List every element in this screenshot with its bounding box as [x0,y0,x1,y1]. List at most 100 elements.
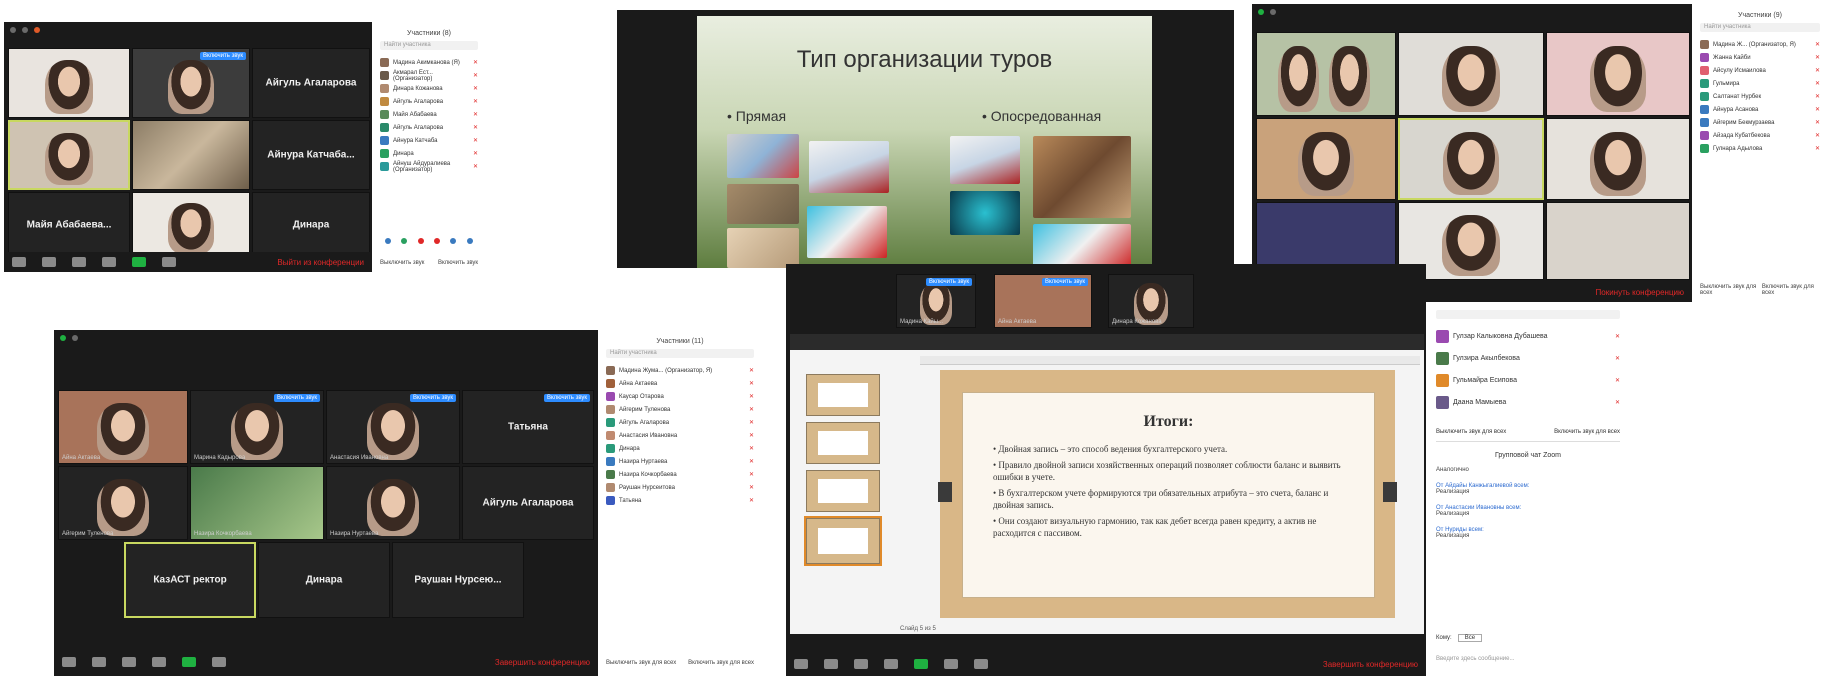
participant-row[interactable]: Айзада Кубатбекова ✕ [1700,129,1820,142]
video-tile[interactable] [132,120,250,190]
slide-thumbnail[interactable] [806,422,880,464]
chat-recipient-select[interactable]: Все [1457,634,1483,642]
video-tile-active-speaker[interactable] [8,120,130,190]
video-tile-active-speaker[interactable] [1398,118,1544,200]
video-tile[interactable]: Айна Актаева [58,390,188,464]
chat-icon[interactable] [884,659,898,669]
camera-icon[interactable] [42,257,56,267]
video-tile[interactable] [132,192,250,258]
microphone-icon[interactable] [62,657,76,667]
participant-row[interactable]: Мадина Акимканова (Я) ✕ [380,56,478,69]
mute-all-button[interactable]: Выключить звук [380,260,424,266]
unmute-all-button[interactable]: Включить звук для всех [688,660,754,666]
video-tile[interactable] [1256,32,1396,116]
mute-all-button[interactable]: Выключить звук для всех [1700,284,1762,296]
participant-row[interactable]: Гулзира Акылбекова ✕ [1436,347,1620,369]
video-tile[interactable]: Включить звук [132,48,250,118]
participant-row[interactable]: Айгуль Агаларова ✕ [380,95,478,108]
video-tile[interactable]: Айнура Катчаба... [252,120,370,190]
unmute-tag[interactable]: Включить звук [543,394,590,402]
search-input[interactable]: Найти участника [606,349,754,358]
search-input[interactable]: Найти участника [1700,23,1820,32]
record-icon[interactable] [162,257,176,267]
share-screen-icon[interactable] [132,257,146,267]
participant-row[interactable]: Татьяна ✕ [606,494,754,507]
slide-thumbnail[interactable] [806,374,880,416]
close-icon[interactable] [10,27,16,33]
participant-row[interactable]: Динара ✕ [380,147,478,160]
video-tile[interactable]: Назира Кочкорбаева [190,466,324,540]
info-icon[interactable] [72,335,78,341]
camera-icon[interactable] [92,657,106,667]
participant-row[interactable]: Динара Кожанова ✕ [380,82,478,95]
video-tile[interactable]: Майя Абабаева... [8,192,130,258]
participant-row[interactable]: Даана Мамыева ✕ [1436,391,1620,413]
participant-row[interactable]: Айгуль Агаларова ✕ [380,121,478,134]
participant-row[interactable]: Гульмира ✕ [1700,77,1820,90]
camera-icon[interactable] [824,659,838,669]
video-tile[interactable]: Айгуль Агаларова [252,48,370,118]
record-icon[interactable] [944,659,958,669]
participant-row[interactable]: Гулзар Калыковна Дубашева ✕ [1436,325,1620,347]
participant-row[interactable]: Раушан Нурсеитова ✕ [606,481,754,494]
participant-row[interactable]: Гульмайра Есипова ✕ [1436,369,1620,391]
info-icon[interactable] [1270,9,1276,15]
participant-row[interactable]: Анастасия Ивановна ✕ [606,429,754,442]
participant-row[interactable]: Мадина Жума... (Организатор, Я) ✕ [606,364,754,377]
unmute-all-button[interactable]: Включить звук для всех [1554,429,1620,435]
unmute-tag[interactable]: Включить звук [273,394,320,402]
video-tile[interactable] [1546,32,1690,116]
reactions-icon[interactable] [974,659,988,669]
participant-row[interactable]: Салтанат Нурбек ✕ [1700,90,1820,103]
video-tile[interactable] [1256,118,1396,200]
end-meeting-button[interactable]: Завершить конференцию [1323,660,1418,669]
video-tile[interactable]: Раушан Нурсею... [392,542,524,618]
video-tile[interactable]: Включить звук Марина Кадырова [190,390,324,464]
video-tile[interactable]: Татьяна Включить звук [462,390,594,464]
unmute-tag[interactable]: Включить звук [409,394,456,402]
video-tile[interactable] [1398,32,1544,116]
participant-row[interactable]: Айна Актаева ✕ [606,377,754,390]
unmute-all-button[interactable]: Включить звук [438,260,478,266]
video-tile-active-speaker[interactable]: КазАСТ ректор [124,542,256,618]
participant-row[interactable]: Айнура Асанова ✕ [1700,103,1820,116]
end-meeting-button[interactable]: Завершить конференцию [495,658,590,667]
participant-row[interactable]: Каусар Отарова ✕ [606,390,754,403]
video-tile[interactable]: Динара [258,542,390,618]
end-meeting-button[interactable]: Покинуть конференцию [1596,288,1685,297]
participant-row[interactable]: Айнура Катчаба ✕ [380,134,478,147]
share-screen-icon[interactable] [914,659,928,669]
participant-row[interactable]: Айгерим Бекмурзаева ✕ [1700,116,1820,129]
participant-row[interactable]: Майя Абабаева ✕ [380,108,478,121]
video-tile[interactable] [1546,202,1690,280]
mute-all-button[interactable]: Выключить звук для всех [606,660,676,666]
chat-input[interactable]: Введите здесь сообщение... [1436,656,1515,662]
video-tile[interactable]: Назира Нуртаева [326,466,460,540]
record-icon[interactable] [212,657,226,667]
microphone-icon[interactable] [12,257,26,267]
chat-icon[interactable] [152,657,166,667]
video-tile[interactable]: Включить звук Анастасия Ивановна [326,390,460,464]
participant-row[interactable]: Динара ✕ [606,442,754,455]
participant-row[interactable]: Назира Кочкорбаева ✕ [606,468,754,481]
search-input[interactable] [1436,310,1620,319]
unmute-tag[interactable]: Включить звук [199,52,246,60]
search-input[interactable]: Найти участника [380,41,478,50]
chat-icon[interactable] [102,257,116,267]
participants-icon[interactable] [122,657,136,667]
participant-row[interactable]: Акмарал Ест...(Организатор) ✕ [380,69,478,82]
slide-thumbnail-selected[interactable] [804,516,882,566]
participants-icon[interactable] [854,659,868,669]
video-tile[interactable]: Включить звук Мадина Кайы... [896,274,976,328]
participant-row[interactable]: Айсулу Исмаилова ✕ [1700,64,1820,77]
stop-icon[interactable] [34,27,40,33]
slide-thumbnail[interactable] [806,470,880,512]
participant-row[interactable]: Мадина Ж... (Организатор, Я) ✕ [1700,38,1820,51]
participant-row[interactable]: Жанна Кайби ✕ [1700,51,1820,64]
participant-row[interactable]: Айгерим Туленова ✕ [606,403,754,416]
share-screen-icon[interactable] [182,657,196,667]
participant-row[interactable]: Гулнара Адылова ✕ [1700,142,1820,155]
video-tile[interactable]: Включить звук Айна Актаева [994,274,1092,328]
video-tile[interactable] [8,48,130,118]
mute-all-button[interactable]: Выключить звук для всех [1436,429,1506,435]
